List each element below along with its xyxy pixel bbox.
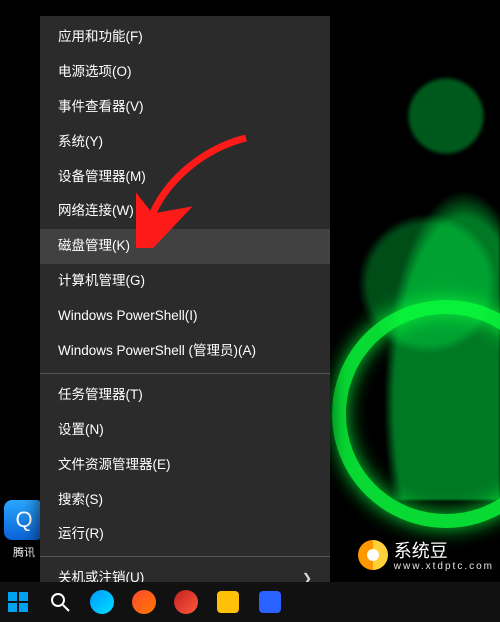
menu-item-run[interactable]: 运行(R) (40, 517, 330, 552)
watermark: 系统豆 www.xtdptc.com (358, 537, 494, 572)
menu-item-power-options[interactable]: 电源选项(O) (40, 55, 330, 90)
menu-item-label: Windows PowerShell (管理员)(A) (58, 342, 256, 361)
menu-item-label: 电源选项(O) (58, 63, 132, 82)
menu-item-label: 文件资源管理器(E) (58, 456, 171, 475)
menu-item-search[interactable]: 搜索(S) (40, 483, 330, 518)
app-icon-1[interactable] (130, 588, 158, 616)
menu-item-apps-and-features[interactable]: 应用和功能(F) (40, 20, 330, 55)
menu-item-settings[interactable]: 设置(N) (40, 413, 330, 448)
menu-item-device-manager[interactable]: 设备管理器(M) (40, 160, 330, 195)
watermark-title: 系统豆 (394, 541, 448, 561)
watermark-icon (358, 540, 388, 570)
menu-item-label: 设置(N) (58, 421, 104, 440)
app-icon-3[interactable] (214, 588, 242, 616)
desktop-shortcut-glyph: Q (15, 507, 32, 533)
app-icon (90, 590, 114, 614)
app-icon (259, 591, 281, 613)
menu-item-network-connections[interactable]: 网络连接(W) (40, 194, 330, 229)
watermark-sub: www.xtdptc.com (394, 561, 494, 572)
windows-logo-icon (8, 592, 28, 612)
menu-item-disk-management[interactable]: 磁盘管理(K) (40, 229, 330, 264)
menu-item-label: 搜索(S) (58, 491, 103, 510)
menu-item-event-viewer[interactable]: 事件查看器(V) (40, 90, 330, 125)
app-icon-2[interactable] (172, 588, 200, 616)
menu-item-task-manager[interactable]: 任务管理器(T) (40, 378, 330, 413)
menu-item-label: 设备管理器(M) (58, 168, 146, 187)
menu-item-powershell-admin[interactable]: Windows PowerShell (管理员)(A) (40, 334, 330, 369)
app-icon-4[interactable] (256, 588, 284, 616)
menu-item-computer-management[interactable]: 计算机管理(G) (40, 264, 330, 299)
taskbar (0, 582, 500, 622)
menu-item-label: 任务管理器(T) (58, 386, 143, 405)
menu-item-system[interactable]: 系统(Y) (40, 125, 330, 160)
menu-separator (40, 556, 330, 557)
menu-item-label: 运行(R) (58, 525, 104, 544)
search-icon (50, 592, 70, 612)
menu-separator (40, 373, 330, 374)
start-button[interactable] (4, 588, 32, 616)
browser-icon[interactable] (88, 588, 116, 616)
desktop-shortcut[interactable]: Q (4, 500, 44, 540)
menu-item-label: 磁盘管理(K) (58, 237, 130, 256)
menu-item-label: 计算机管理(G) (58, 272, 145, 291)
winx-context-menu: 应用和功能(F) 电源选项(O) 事件查看器(V) 系统(Y) 设备管理器(M) 网络连接… (40, 16, 330, 622)
menu-item-label: 系统(Y) (58, 133, 103, 152)
app-icon (132, 590, 156, 614)
menu-item-label: Windows PowerShell(I) (58, 307, 198, 326)
menu-item-label: 事件查看器(V) (58, 98, 144, 117)
menu-item-powershell[interactable]: Windows PowerShell(I) (40, 299, 330, 334)
search-button[interactable] (46, 588, 74, 616)
watermark-text: 系统豆 www.xtdptc.com (394, 537, 494, 572)
menu-item-label: 网络连接(W) (58, 202, 134, 221)
app-icon (174, 590, 198, 614)
menu-item-file-explorer[interactable]: 文件资源管理器(E) (40, 448, 330, 483)
app-icon (217, 591, 239, 613)
menu-item-label: 应用和功能(F) (58, 28, 143, 47)
